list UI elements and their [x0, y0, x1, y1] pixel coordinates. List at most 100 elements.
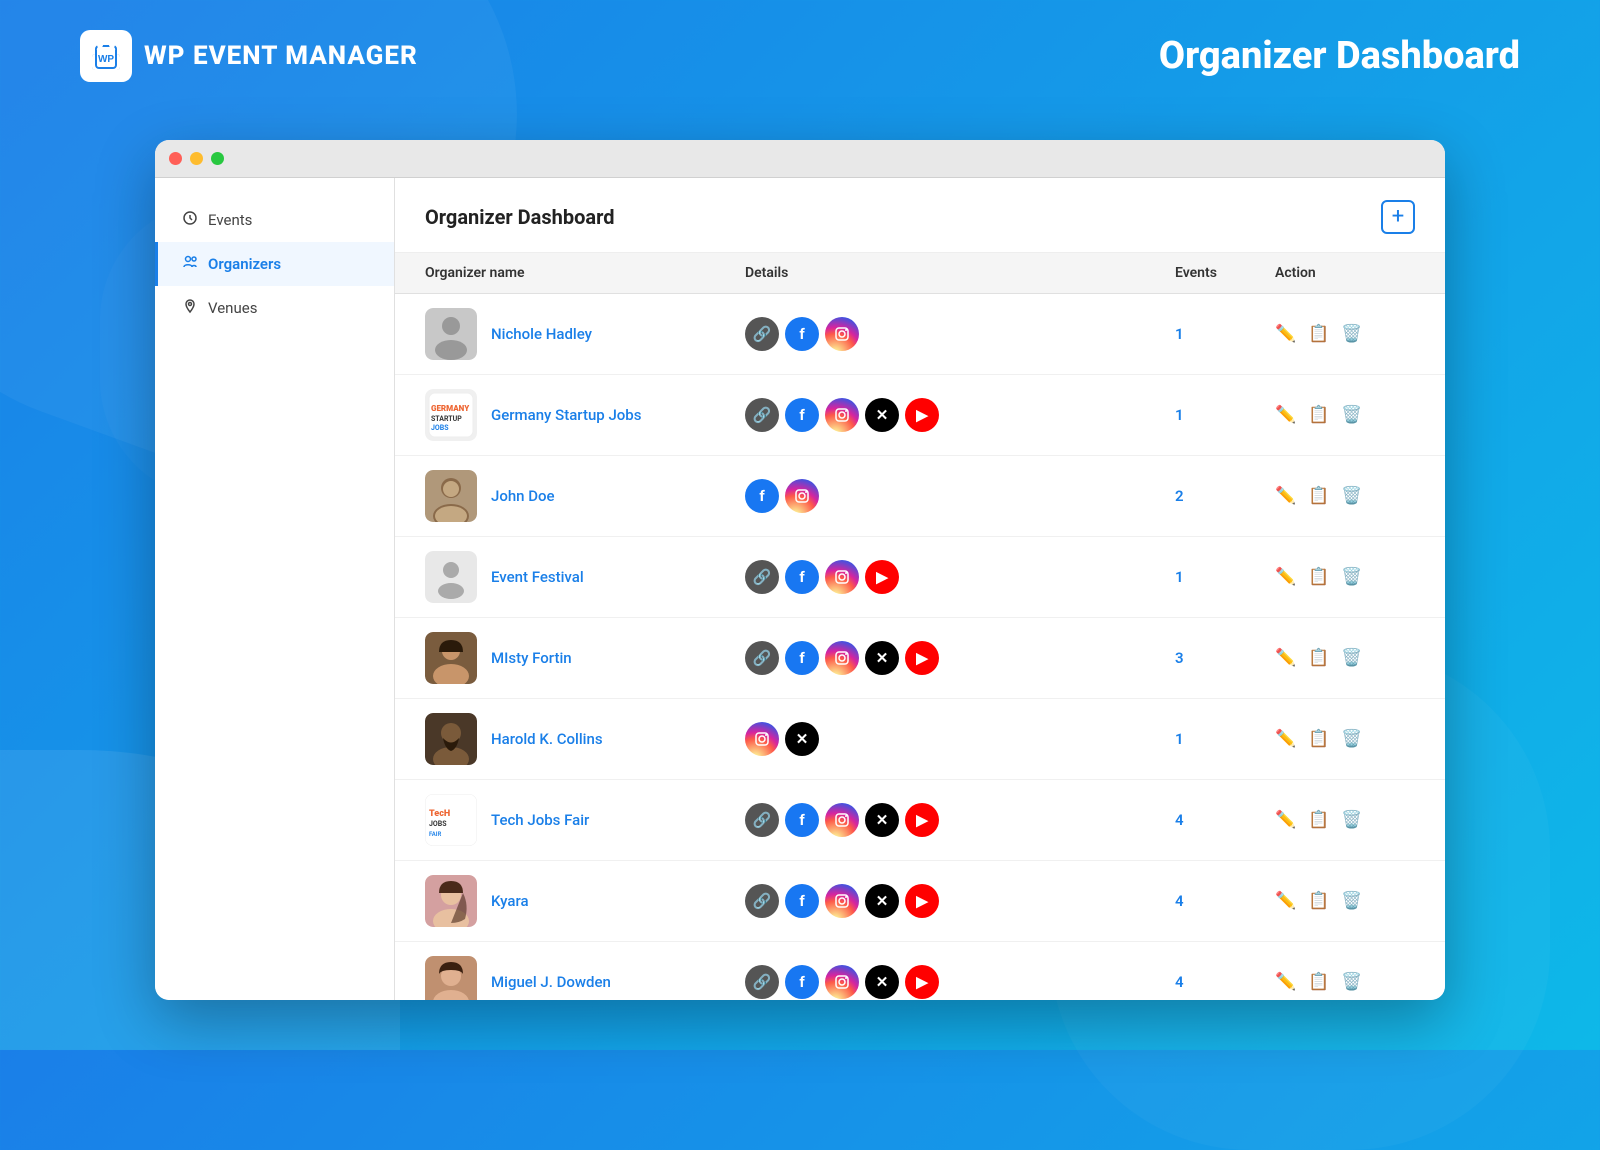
social-x-icon[interactable]: ✕	[865, 884, 899, 918]
sidebar-item-events[interactable]: Events	[155, 198, 394, 242]
sidebar-item-organizers[interactable]: Organizers	[155, 242, 394, 286]
edit-icon[interactable]: ✏️	[1275, 972, 1296, 992]
edit-icon[interactable]: ✏️	[1275, 729, 1296, 749]
action-icons: ✏️ 📋 🗑️	[1275, 486, 1415, 506]
copy-icon[interactable]: 📋	[1308, 648, 1329, 668]
social-instagram-icon[interactable]	[825, 884, 859, 918]
sidebar: Events Organizers	[155, 178, 395, 1000]
social-youtube-icon[interactable]: ▶	[865, 560, 899, 594]
delete-icon[interactable]: 🗑️	[1341, 324, 1362, 344]
social-link-icon[interactable]: 🔗	[745, 560, 779, 594]
svg-text:JOBS: JOBS	[431, 424, 449, 432]
social-instagram-icon[interactable]	[825, 398, 859, 432]
organizer-name[interactable]: Tech Jobs Fair	[491, 811, 589, 829]
social-link-icon[interactable]: 🔗	[745, 884, 779, 918]
edit-icon[interactable]: ✏️	[1275, 324, 1296, 344]
organizer-name[interactable]: Miguel J. Dowden	[491, 973, 611, 991]
copy-icon[interactable]: 📋	[1308, 567, 1329, 587]
window-maximize-dot[interactable]	[211, 152, 224, 165]
social-instagram-icon[interactable]	[825, 641, 859, 675]
edit-icon[interactable]: ✏️	[1275, 891, 1296, 911]
delete-icon[interactable]: 🗑️	[1341, 891, 1362, 911]
action-icons: ✏️ 📋 🗑️	[1275, 648, 1415, 668]
window-minimize-dot[interactable]	[190, 152, 203, 165]
social-link-icon[interactable]: 🔗	[745, 965, 779, 999]
table-row: Kyara 🔗 f ✕ ▶ 4 ✏️ 📋	[395, 861, 1445, 942]
copy-icon[interactable]: 📋	[1308, 729, 1329, 749]
social-facebook-icon[interactable]: f	[785, 803, 819, 837]
sidebar-item-organizers-label: Organizers	[208, 255, 281, 273]
social-facebook-icon[interactable]: f	[785, 560, 819, 594]
edit-icon[interactable]: ✏️	[1275, 648, 1296, 668]
organizer-name[interactable]: Harold K. Collins	[491, 730, 603, 748]
social-link-icon[interactable]: 🔗	[745, 398, 779, 432]
social-facebook-icon[interactable]: f	[785, 398, 819, 432]
organizer-name[interactable]: Kyara	[491, 892, 529, 910]
social-facebook-icon[interactable]: f	[785, 641, 819, 675]
delete-icon[interactable]: 🗑️	[1341, 972, 1362, 992]
social-instagram-icon[interactable]	[785, 479, 819, 513]
organizer-name[interactable]: Nichole Hadley	[491, 325, 592, 343]
action-icons: ✏️ 📋 🗑️	[1275, 405, 1415, 425]
delete-icon[interactable]: 🗑️	[1341, 729, 1362, 749]
avatar	[425, 308, 477, 360]
social-facebook-icon[interactable]: f	[785, 317, 819, 351]
social-icons: 🔗 f ▶	[745, 560, 1175, 594]
organizer-name[interactable]: Germany Startup Jobs	[491, 406, 641, 424]
social-x-icon[interactable]: ✕	[865, 398, 899, 432]
social-youtube-icon[interactable]: ▶	[905, 398, 939, 432]
social-x-icon[interactable]: ✕	[865, 803, 899, 837]
social-instagram-icon[interactable]	[745, 722, 779, 756]
organizer-cell: Miguel J. Dowden	[425, 956, 745, 1000]
delete-icon[interactable]: 🗑️	[1341, 648, 1362, 668]
delete-icon[interactable]: 🗑️	[1341, 567, 1362, 587]
delete-icon[interactable]: 🗑️	[1341, 810, 1362, 830]
social-facebook-icon[interactable]: f	[745, 479, 779, 513]
edit-icon[interactable]: ✏️	[1275, 405, 1296, 425]
social-link-icon[interactable]: 🔗	[745, 803, 779, 837]
organizer-name[interactable]: Event Festival	[491, 568, 584, 586]
organizers-icon	[182, 254, 198, 274]
table-row: Event Festival 🔗 f ▶ 1 ✏️ 📋 🗑️	[395, 537, 1445, 618]
edit-icon[interactable]: ✏️	[1275, 486, 1296, 506]
social-x-icon[interactable]: ✕	[865, 965, 899, 999]
social-link-icon[interactable]: 🔗	[745, 641, 779, 675]
copy-icon[interactable]: 📋	[1308, 486, 1329, 506]
copy-icon[interactable]: 📋	[1308, 810, 1329, 830]
svg-text:JOBS: JOBS	[429, 820, 447, 828]
organizer-cell: Event Festival	[425, 551, 745, 603]
social-instagram-icon[interactable]	[825, 317, 859, 351]
window-titlebar	[155, 140, 1445, 178]
sidebar-item-venues[interactable]: Venues	[155, 286, 394, 330]
delete-icon[interactable]: 🗑️	[1341, 486, 1362, 506]
social-youtube-icon[interactable]: ▶	[905, 965, 939, 999]
social-instagram-icon[interactable]	[825, 965, 859, 999]
events-count: 1	[1175, 406, 1275, 424]
social-facebook-icon[interactable]: f	[785, 884, 819, 918]
social-youtube-icon[interactable]: ▶	[905, 641, 939, 675]
organizer-name[interactable]: John Doe	[491, 487, 555, 505]
social-x-icon[interactable]: ✕	[785, 722, 819, 756]
edit-icon[interactable]: ✏️	[1275, 810, 1296, 830]
social-instagram-icon[interactable]	[825, 803, 859, 837]
delete-icon[interactable]: 🗑️	[1341, 405, 1362, 425]
social-instagram-icon[interactable]	[825, 560, 859, 594]
social-facebook-icon[interactable]: f	[785, 965, 819, 999]
social-x-icon[interactable]: ✕	[865, 641, 899, 675]
action-icons: ✏️ 📋 🗑️	[1275, 567, 1415, 587]
copy-icon[interactable]: 📋	[1308, 891, 1329, 911]
social-youtube-icon[interactable]: ▶	[905, 884, 939, 918]
svg-text:TecH: TecH	[429, 809, 450, 819]
copy-icon[interactable]: 📋	[1308, 405, 1329, 425]
edit-icon[interactable]: ✏️	[1275, 567, 1296, 587]
table-row: John Doe f 2 ✏️ 📋 🗑️	[395, 456, 1445, 537]
copy-icon[interactable]: 📋	[1308, 972, 1329, 992]
copy-icon[interactable]: 📋	[1308, 324, 1329, 344]
social-youtube-icon[interactable]: ▶	[905, 803, 939, 837]
window-close-dot[interactable]	[169, 152, 182, 165]
social-link-icon[interactable]: 🔗	[745, 317, 779, 351]
organizer-name[interactable]: MIsty Fortin	[491, 649, 572, 667]
social-icons: 🔗 f ✕ ▶	[745, 398, 1175, 432]
add-organizer-button[interactable]: +	[1381, 200, 1415, 234]
window-content: Events Organizers	[155, 178, 1445, 1000]
